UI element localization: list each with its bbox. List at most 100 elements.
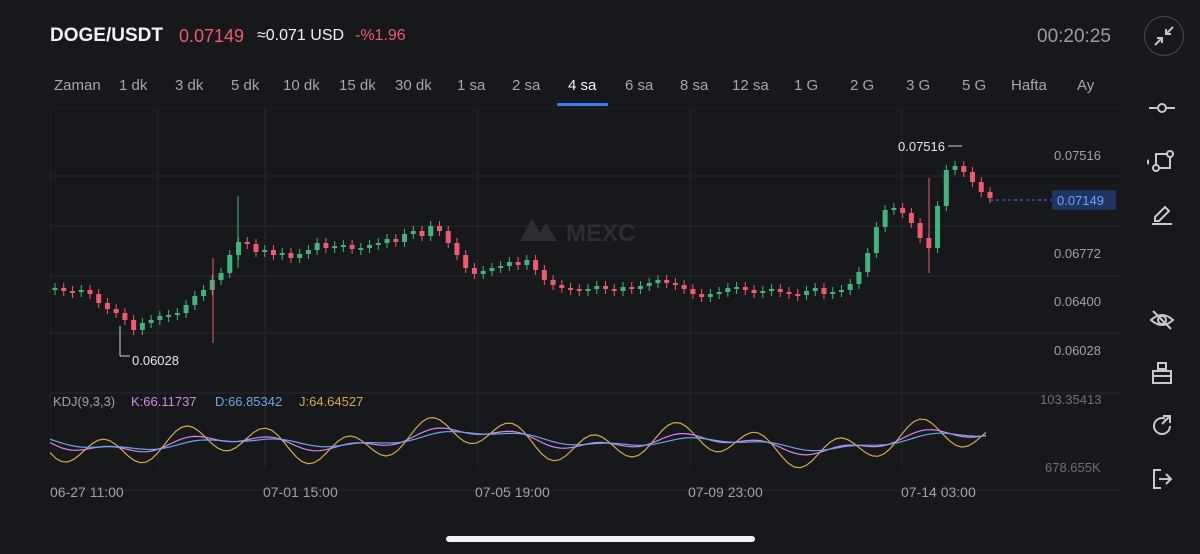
tab-1-g[interactable]: 1 G [794,77,818,94]
candle-body [122,313,128,320]
refresh-button[interactable] [1136,408,1188,444]
shape-tool[interactable] [1136,144,1188,180]
indicator-axis-top: 103.35413 [1040,392,1101,407]
candle-body [87,290,93,294]
pair-name[interactable]: DOGE/USDT [50,25,163,47]
candle-body [769,289,775,291]
collapse-arrows-icon [1154,26,1174,46]
clear-broom-icon [1152,362,1172,384]
candle-body [183,305,189,313]
watermark: MEXC [566,220,635,247]
tab-8-sa[interactable]: 8 sa [680,77,708,94]
candle-body [157,316,163,320]
hide-drawings-button[interactable] [1136,302,1188,338]
exit-button[interactable] [1136,461,1188,497]
candle-body [943,170,949,206]
tab-2-sa[interactable]: 2 sa [512,77,540,94]
candle-body [375,243,381,245]
candle-body [611,289,617,291]
candle-body [978,182,984,192]
candle-body [288,253,294,258]
tab-30-dk[interactable]: 30 dk [395,77,432,94]
candle-body [760,291,766,293]
candle-body [541,270,547,280]
kdj-d-line [50,430,987,452]
candle-body [646,283,652,286]
tab-3-dk[interactable]: 3 dk [175,77,203,94]
candle-body [734,287,740,289]
candle-body [227,255,233,273]
candle-body [166,315,172,317]
collapse-button[interactable] [1144,16,1184,56]
change-percent: -%1.96 [355,27,406,44]
candle-body [533,260,539,270]
candle-body [664,280,670,283]
candle-body [655,280,661,283]
time-axis-label: 07-09 23:00 [688,484,763,500]
tab-ay[interactable]: Ay [1077,77,1094,94]
candle-body [568,288,574,290]
candle-body [603,286,609,289]
high-label: 0.07516 [898,139,945,154]
candle-body [873,227,879,253]
candle-body [419,231,425,236]
tab-15-dk[interactable]: 15 dk [339,77,376,94]
candle-body [725,288,731,292]
pencil-tool[interactable] [1136,195,1188,231]
horizontal-line-tool-icon [1149,103,1175,113]
candle-body [113,309,119,313]
candle-body [174,313,180,315]
candle-body [61,288,67,291]
tab-5-g[interactable]: 5 G [962,77,986,94]
candle-body [935,206,941,248]
tab-3-g[interactable]: 3 G [906,77,930,94]
tab-zaman[interactable]: Zaman [54,77,101,94]
tab-2-g[interactable]: 2 G [850,77,874,94]
candle-body [716,292,722,294]
candle-body [323,243,329,248]
tab-6-sa[interactable]: 6 sa [625,77,653,94]
candle-body [908,213,914,223]
candlestick-chart[interactable]: MEXC 0.07516 0.06772 0.06400 0.06028 0.07149 0… [50,108,1120,510]
candle-body [690,289,696,294]
candle-body [305,250,311,254]
candle-body [445,231,451,243]
horizontal-line-tool[interactable] [1136,90,1188,126]
tab-1-sa[interactable]: 1 sa [457,77,485,94]
time-axis-label: 07-05 19:00 [475,484,550,500]
clock: 00:20:25 [1037,26,1111,47]
candle-body [882,210,888,227]
candle-body [69,291,75,293]
candle-body [786,292,792,294]
candle-body [751,290,757,293]
time-axis-label: 07-14 03:00 [901,484,976,500]
candle-body [297,254,303,258]
price-axis-label: 0.06400 [1054,294,1101,309]
clear-drawings-button[interactable] [1136,355,1188,391]
tab-5-dk[interactable]: 5 dk [231,77,259,94]
candle-body [270,250,276,255]
candle-body [672,283,678,285]
candle-body [865,253,871,272]
candle-body [952,166,958,170]
candle-body [681,285,687,289]
candle-body [463,255,469,268]
tab-4-sa[interactable]: 4 sa [568,77,596,94]
tab-12-sa[interactable]: 12 sa [732,77,769,94]
candle-body [201,290,207,296]
candle-body [847,284,853,290]
candle-body [594,286,600,289]
candle-body [148,320,154,323]
kdj-k-value: K:66.11737 [131,394,197,409]
candle-body [742,287,748,290]
candle-body [803,291,809,295]
candle-body [262,250,268,252]
candle-body [900,208,906,213]
candle-body [629,287,635,289]
tab-1-dk[interactable]: 1 dk [119,77,147,94]
tab-10-dk[interactable]: 10 dk [283,77,320,94]
candle-body [970,172,976,182]
candle-body [917,223,923,238]
candle-body [209,280,215,290]
tab-hafta[interactable]: Hafta [1011,77,1047,94]
